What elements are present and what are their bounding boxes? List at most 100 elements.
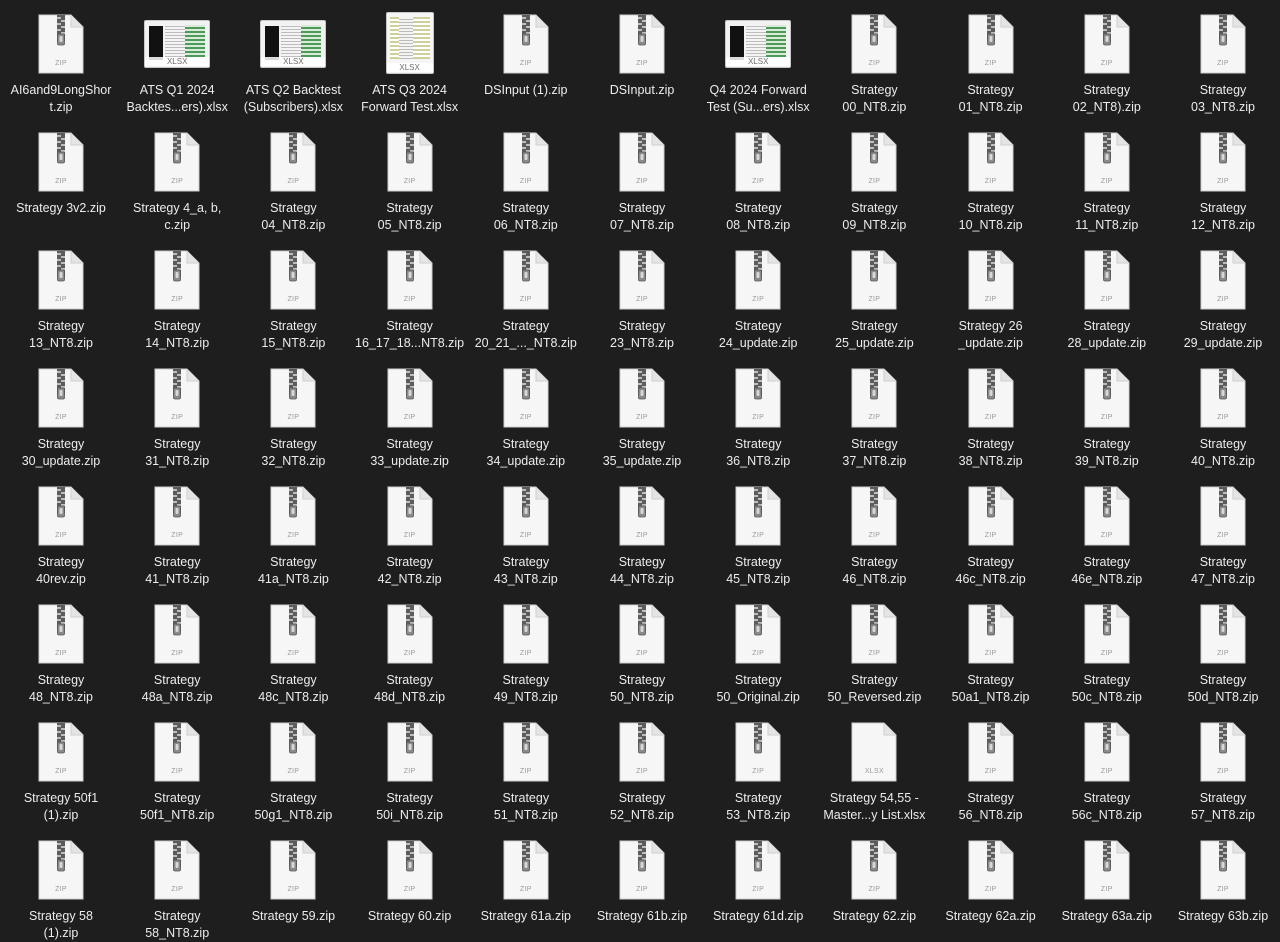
file-item[interactable]: ZIP Strategy 00_NT8.zip bbox=[816, 8, 932, 116]
file-item[interactable]: ZIP Strategy 34_update.zip bbox=[468, 362, 584, 470]
file-item[interactable]: ZIP Strategy 38_NT8.zip bbox=[933, 362, 1049, 470]
file-name-label: Strategy 02_NT8).zip bbox=[1072, 83, 1141, 114]
file-item[interactable]: ZIP Strategy 59.zip bbox=[235, 834, 351, 925]
file-item[interactable]: ZIP Strategy 23_NT8.zip bbox=[584, 244, 700, 352]
file-item[interactable]: XLSX ATS Q1 2024 Backtes...ers).xlsx bbox=[119, 8, 235, 116]
file-item[interactable]: ZIP Strategy 36_NT8.zip bbox=[700, 362, 816, 470]
file-item[interactable]: ZIP Strategy 45_NT8.zip bbox=[700, 480, 816, 588]
file-item[interactable]: ZIP Strategy 50c_NT8.zip bbox=[1049, 598, 1165, 706]
file-name-label: ATS Q2 Backtest (Subscribers).xlsx bbox=[243, 83, 344, 114]
file-name-label: Strategy 03_NT8.zip bbox=[1191, 83, 1255, 114]
file-item[interactable]: ZIP Strategy 09_NT8.zip bbox=[816, 126, 932, 234]
file-item[interactable]: ZIP DSInput.zip bbox=[584, 8, 700, 99]
file-item[interactable]: ZIP Strategy 61d.zip bbox=[700, 834, 816, 925]
file-item[interactable]: ZIP Strategy 35_update.zip bbox=[584, 362, 700, 470]
file-item[interactable]: XLSX Q4 2024 Forward Test (Su...ers).xlsx bbox=[700, 8, 816, 116]
file-item[interactable]: ZIP Strategy 28_update.zip bbox=[1049, 244, 1165, 352]
file-item[interactable]: ZIP Strategy 62.zip bbox=[816, 834, 932, 925]
file-item[interactable]: XLSX ATS Q2 Backtest (Subscribers).xlsx bbox=[235, 8, 351, 116]
file-item[interactable]: ZIP Strategy 50_Original.zip bbox=[700, 598, 816, 706]
file-item[interactable]: ZIP Strategy 50a1_NT8.zip bbox=[933, 598, 1049, 706]
zip-file-icon: ZIP bbox=[387, 722, 433, 782]
zip-file-icon: ZIP bbox=[1084, 14, 1130, 74]
file-item[interactable]: ZIP AI6and9LongShor t.zip bbox=[3, 8, 119, 116]
file-item[interactable]: ZIP Strategy 32_NT8.zip bbox=[235, 362, 351, 470]
file-item[interactable]: ZIP Strategy 40_NT8.zip bbox=[1165, 362, 1280, 470]
file-item[interactable]: ZIP Strategy 13_NT8.zip bbox=[3, 244, 119, 352]
file-item[interactable]: ZIP Strategy 58 (1).zip bbox=[3, 834, 119, 942]
file-item[interactable]: ZIP Strategy 41a_NT8.zip bbox=[235, 480, 351, 588]
file-item[interactable]: ZIP Strategy 46e_NT8.zip bbox=[1049, 480, 1165, 588]
file-item[interactable]: ZIP Strategy 20_21_..._NT8.zip bbox=[468, 244, 584, 352]
file-item[interactable]: ZIP Strategy 56_NT8.zip bbox=[933, 716, 1049, 824]
file-item[interactable]: ZIP Strategy 62a.zip bbox=[933, 834, 1049, 925]
file-item[interactable]: ZIP Strategy 44_NT8.zip bbox=[584, 480, 700, 588]
file-item[interactable]: ZIP Strategy 33_update.zip bbox=[352, 362, 468, 470]
zip-file-icon: ZIP bbox=[38, 486, 84, 546]
file-item[interactable]: XLSX ATS Q3 2024 Forward Test.xlsx bbox=[352, 8, 468, 116]
file-item[interactable]: ZIP Strategy 48_NT8.zip bbox=[3, 598, 119, 706]
file-item[interactable]: ZIP Strategy 61a.zip bbox=[468, 834, 584, 925]
file-item[interactable]: ZIP Strategy 01_NT8.zip bbox=[933, 8, 1049, 116]
file-item[interactable]: ZIP Strategy 46c_NT8.zip bbox=[933, 480, 1049, 588]
zip-file-icon: ZIP bbox=[154, 840, 200, 900]
file-item[interactable]: ZIP Strategy 63b.zip bbox=[1165, 834, 1280, 925]
file-item[interactable]: ZIP Strategy 4_a, b, c.zip bbox=[119, 126, 235, 234]
file-item[interactable]: ZIP Strategy 50f1 (1).zip bbox=[3, 716, 119, 824]
file-item[interactable]: ZIP Strategy 14_NT8.zip bbox=[119, 244, 235, 352]
file-item[interactable]: ZIP Strategy 48c_NT8.zip bbox=[235, 598, 351, 706]
file-item[interactable]: ZIP Strategy 05_NT8.zip bbox=[352, 126, 468, 234]
file-name-label: Strategy 36_NT8.zip bbox=[726, 437, 791, 468]
file-item[interactable]: ZIP Strategy 37_NT8.zip bbox=[816, 362, 932, 470]
file-item[interactable]: ZIP Strategy 15_NT8.zip bbox=[235, 244, 351, 352]
file-item[interactable]: ZIP Strategy 48a_NT8.zip bbox=[119, 598, 235, 706]
file-item[interactable]: ZIP Strategy 04_NT8.zip bbox=[235, 126, 351, 234]
file-item[interactable]: ZIP Strategy 43_NT8.zip bbox=[468, 480, 584, 588]
file-item[interactable]: ZIP Strategy 46_NT8.zip bbox=[816, 480, 932, 588]
file-item[interactable]: ZIP Strategy 40rev.zip bbox=[3, 480, 119, 588]
file-item[interactable]: ZIP Strategy 39_NT8.zip bbox=[1049, 362, 1165, 470]
file-item[interactable]: XLSX Strategy 54,55 - Master...y List.xls… bbox=[816, 716, 932, 824]
file-item[interactable]: ZIP Strategy 50_Reversed.zip bbox=[816, 598, 932, 706]
file-item[interactable]: ZIP Strategy 10_NT8.zip bbox=[933, 126, 1049, 234]
file-item[interactable]: ZIP DSInput (1).zip bbox=[468, 8, 584, 99]
file-item[interactable]: ZIP Strategy 3v2.zip bbox=[3, 126, 119, 217]
file-item[interactable]: ZIP Strategy 41_NT8.zip bbox=[119, 480, 235, 588]
zip-file-icon: ZIP bbox=[1200, 14, 1246, 74]
file-item[interactable]: ZIP Strategy 53_NT8.zip bbox=[700, 716, 816, 824]
file-item[interactable]: ZIP Strategy 63a.zip bbox=[1049, 834, 1165, 925]
file-item[interactable]: ZIP Strategy 52_NT8.zip bbox=[584, 716, 700, 824]
zip-file-icon: ZIP bbox=[619, 368, 665, 428]
zip-file-icon: ZIP bbox=[503, 132, 549, 192]
file-item[interactable]: ZIP Strategy 02_NT8).zip bbox=[1049, 8, 1165, 116]
file-item[interactable]: ZIP Strategy 50g1_NT8.zip bbox=[235, 716, 351, 824]
file-item[interactable]: ZIP Strategy 58_NT8.zip bbox=[119, 834, 235, 942]
file-item[interactable]: ZIP Strategy 26 _update.zip bbox=[933, 244, 1049, 352]
file-item[interactable]: ZIP Strategy 60.zip bbox=[352, 834, 468, 925]
file-item[interactable]: ZIP Strategy 50d_NT8.zip bbox=[1165, 598, 1280, 706]
file-item[interactable]: ZIP Strategy 03_NT8.zip bbox=[1165, 8, 1280, 116]
file-item[interactable]: ZIP Strategy 08_NT8.zip bbox=[700, 126, 816, 234]
file-item[interactable]: ZIP Strategy 50f1_NT8.zip bbox=[119, 716, 235, 824]
file-item[interactable]: ZIP Strategy 51_NT8.zip bbox=[468, 716, 584, 824]
file-item[interactable]: ZIP Strategy 24_update.zip bbox=[700, 244, 816, 352]
file-item[interactable]: ZIP Strategy 50i_NT8.zip bbox=[352, 716, 468, 824]
file-item[interactable]: ZIP Strategy 30_update.zip bbox=[3, 362, 119, 470]
file-item[interactable]: ZIP Strategy 07_NT8.zip bbox=[584, 126, 700, 234]
file-item[interactable]: ZIP Strategy 49_NT8.zip bbox=[468, 598, 584, 706]
file-item[interactable]: ZIP Strategy 11_NT8.zip bbox=[1049, 126, 1165, 234]
file-item[interactable]: ZIP Strategy 12_NT8.zip bbox=[1165, 126, 1280, 234]
file-item[interactable]: ZIP Strategy 56c_NT8.zip bbox=[1049, 716, 1165, 824]
file-item[interactable]: ZIP Strategy 57_NT8.zip bbox=[1165, 716, 1280, 824]
file-item[interactable]: ZIP Strategy 61b.zip bbox=[584, 834, 700, 925]
file-item[interactable]: ZIP Strategy 06_NT8.zip bbox=[468, 126, 584, 234]
file-item[interactable]: ZIP Strategy 47_NT8.zip bbox=[1165, 480, 1280, 588]
zip-file-icon: ZIP bbox=[619, 722, 665, 782]
file-item[interactable]: ZIP Strategy 42_NT8.zip bbox=[352, 480, 468, 588]
file-item[interactable]: ZIP Strategy 48d_NT8.zip bbox=[352, 598, 468, 706]
file-item[interactable]: ZIP Strategy 31_NT8.zip bbox=[119, 362, 235, 470]
file-item[interactable]: ZIP Strategy 16_17_18...NT8.zip bbox=[352, 244, 468, 352]
file-item[interactable]: ZIP Strategy 25_update.zip bbox=[816, 244, 932, 352]
file-item[interactable]: ZIP Strategy 29_update.zip bbox=[1165, 244, 1280, 352]
file-item[interactable]: ZIP Strategy 50_NT8.zip bbox=[584, 598, 700, 706]
